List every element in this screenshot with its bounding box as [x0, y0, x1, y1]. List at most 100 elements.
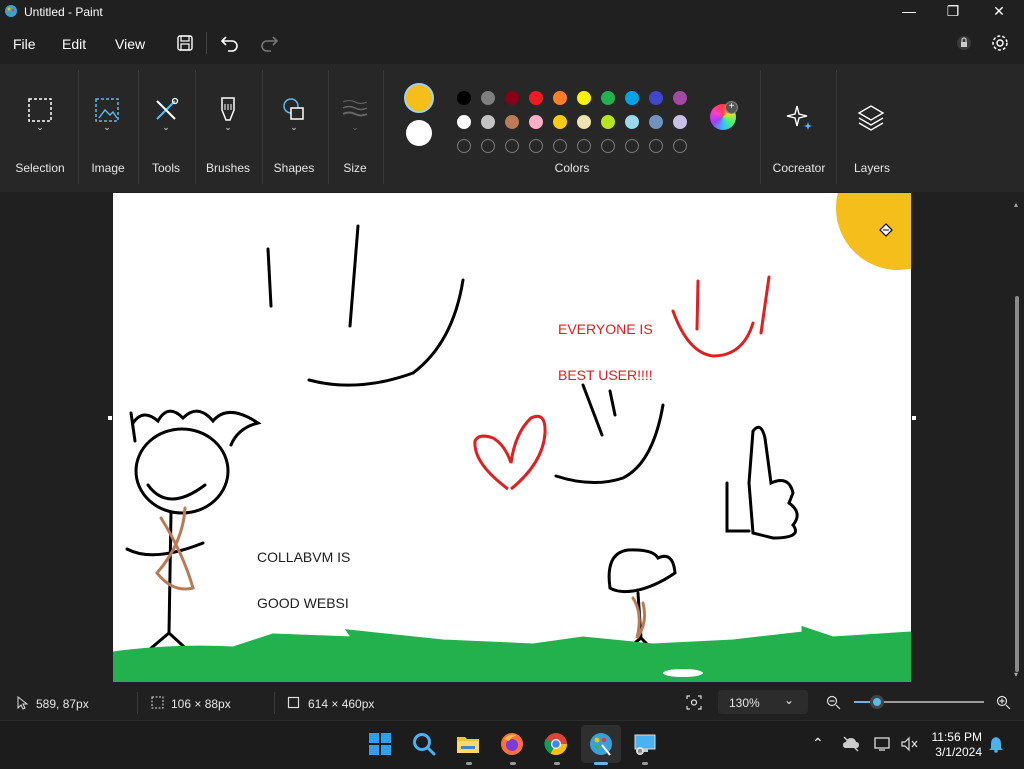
color-picker-wheel-icon[interactable]: + — [710, 101, 738, 130]
palette-color-swatch[interactable] — [601, 91, 615, 105]
palette-color-swatch[interactable] — [673, 115, 687, 129]
secondary-color-swatch[interactable] — [406, 120, 432, 146]
save-icon[interactable] — [173, 32, 197, 54]
chrome-icon[interactable] — [543, 731, 569, 757]
zoom-out-icon[interactable] — [826, 695, 841, 710]
palette-color-swatch[interactable] — [553, 91, 567, 105]
palette-color-swatch[interactable] — [457, 115, 471, 129]
chevron-down-icon[interactable]: ⌄ — [218, 122, 238, 133]
palette-color-swatch[interactable] — [553, 115, 567, 129]
chevron-up-icon[interactable]: ⌃ — [812, 735, 824, 752]
palette-color-swatch[interactable] — [625, 91, 639, 105]
layers-icon[interactable] — [853, 100, 889, 136]
start-icon[interactable] — [367, 731, 393, 757]
cloud-offline-icon[interactable] — [842, 736, 860, 752]
running-indicator — [554, 762, 560, 765]
red-smiley-face — [671, 275, 771, 358]
custom-color-slot[interactable] — [481, 139, 495, 153]
chevron-down-icon[interactable]: ⌄ — [345, 122, 365, 133]
palette-color-swatch[interactable] — [481, 115, 495, 129]
palette-color-swatch[interactable] — [457, 91, 471, 105]
minimize-button[interactable]: — — [886, 0, 932, 24]
system-clock[interactable]: 11:56 PM 3/1/2024 — [932, 730, 982, 760]
zoom-slider-thumb[interactable] — [870, 695, 885, 709]
chevron-down-icon[interactable]: ⌄ — [156, 122, 176, 133]
maximize-button[interactable]: ❐ — [930, 0, 976, 24]
drawing-canvas[interactable]: EVERYONE IS BEST USER!!!! COLLABVM IS GO… — [113, 193, 911, 682]
group-label-brushes: Brushes — [205, 161, 251, 175]
vertical-scrollbar[interactable]: ▴ ▾ — [1014, 200, 1020, 680]
redo-icon[interactable] — [257, 32, 281, 54]
close-button[interactable]: ✕ — [976, 0, 1022, 24]
zoom-in-icon[interactable] — [996, 695, 1011, 710]
text-line: GOOD WEBSI — [257, 595, 349, 611]
palette-color-swatch[interactable] — [649, 91, 663, 105]
group-label-tools: Tools — [151, 161, 180, 175]
canvas-text-everyone: EVERYONE IS BEST USER!!!! — [558, 295, 653, 410]
scrollbar-thumb[interactable] — [1015, 296, 1019, 672]
chevron-down-icon[interactable]: ⌄ — [284, 122, 304, 133]
firefox-icon[interactable] — [499, 731, 525, 757]
scroll-down-arrow-icon[interactable]: ▾ — [1014, 670, 1020, 679]
zoom-slider[interactable] — [854, 695, 984, 709]
ribbon-divider — [262, 70, 263, 184]
undo-icon[interactable] — [218, 32, 242, 54]
selection-size-icon — [151, 696, 164, 709]
group-label-colors: Colors — [554, 161, 590, 175]
primary-color-swatch[interactable] — [404, 83, 434, 113]
custom-color-slot[interactable] — [457, 139, 471, 153]
clock-date: 3/1/2024 — [935, 745, 982, 759]
menu-edit[interactable]: Edit — [62, 36, 86, 52]
resize-handle-left[interactable] — [108, 416, 112, 420]
fit-to-window-icon[interactable] — [686, 695, 702, 710]
selection-size: 106 × 88px — [171, 697, 231, 711]
remote-desktop-icon[interactable] — [632, 731, 658, 757]
custom-color-slot[interactable] — [505, 139, 519, 153]
palette-color-swatch[interactable] — [529, 91, 543, 105]
palette-color-swatch[interactable] — [505, 91, 519, 105]
notification-bell-icon[interactable] — [988, 735, 1004, 753]
palette-color-swatch[interactable] — [625, 115, 639, 129]
palette-color-swatch[interactable] — [577, 91, 591, 105]
account-lock-icon[interactable] — [952, 32, 976, 54]
chevron-down-icon[interactable]: ⌄ — [97, 122, 117, 133]
palette-color-swatch[interactable] — [577, 115, 591, 129]
palette-color-swatch[interactable] — [481, 91, 495, 105]
palette-color-swatch[interactable] — [505, 115, 519, 129]
menu-file[interactable]: File — [13, 36, 36, 52]
custom-color-slot[interactable] — [649, 139, 663, 153]
palette-color-swatch[interactable] — [529, 115, 543, 129]
palette-color-swatch[interactable] — [649, 115, 663, 129]
chevron-down-icon: ⌄ — [784, 693, 795, 707]
grass-highlight — [663, 669, 703, 677]
custom-color-slot[interactable] — [577, 139, 591, 153]
group-label-layers: Layers — [853, 161, 891, 175]
volume-muted-icon[interactable] — [900, 736, 918, 752]
red-heart-shape — [473, 414, 547, 491]
running-indicator — [466, 762, 472, 765]
menu-view[interactable]: View — [115, 36, 145, 52]
custom-color-slot[interactable] — [625, 139, 639, 153]
file-explorer-icon[interactable] — [455, 731, 481, 757]
palette-color-swatch[interactable] — [601, 115, 615, 129]
settings-gear-icon[interactable] — [988, 32, 1012, 54]
scroll-up-arrow-icon[interactable]: ▴ — [1014, 200, 1020, 209]
ribbon-divider — [138, 70, 139, 184]
resize-handle-right[interactable] — [912, 416, 916, 420]
custom-color-slot[interactable] — [553, 139, 567, 153]
cocreator-sparkle-icon[interactable] — [781, 100, 817, 136]
ribbon-divider — [195, 70, 196, 184]
palette-color-swatch[interactable] — [673, 91, 687, 105]
custom-color-slot[interactable] — [601, 139, 615, 153]
custom-color-slot[interactable] — [529, 139, 543, 153]
zoom-dropdown[interactable]: 130% ⌄ — [718, 690, 808, 714]
custom-color-slot[interactable] — [673, 139, 687, 153]
search-icon[interactable] — [411, 731, 437, 757]
chevron-down-icon[interactable]: ⌄ — [30, 122, 50, 133]
zoom-thumb-dot — [873, 698, 882, 706]
network-icon[interactable] — [874, 736, 892, 752]
text-line: COLLABVM IS — [257, 549, 351, 565]
paint-icon[interactable] — [588, 731, 614, 757]
status-divider — [274, 692, 275, 714]
thumbs-up-shape — [725, 425, 799, 540]
